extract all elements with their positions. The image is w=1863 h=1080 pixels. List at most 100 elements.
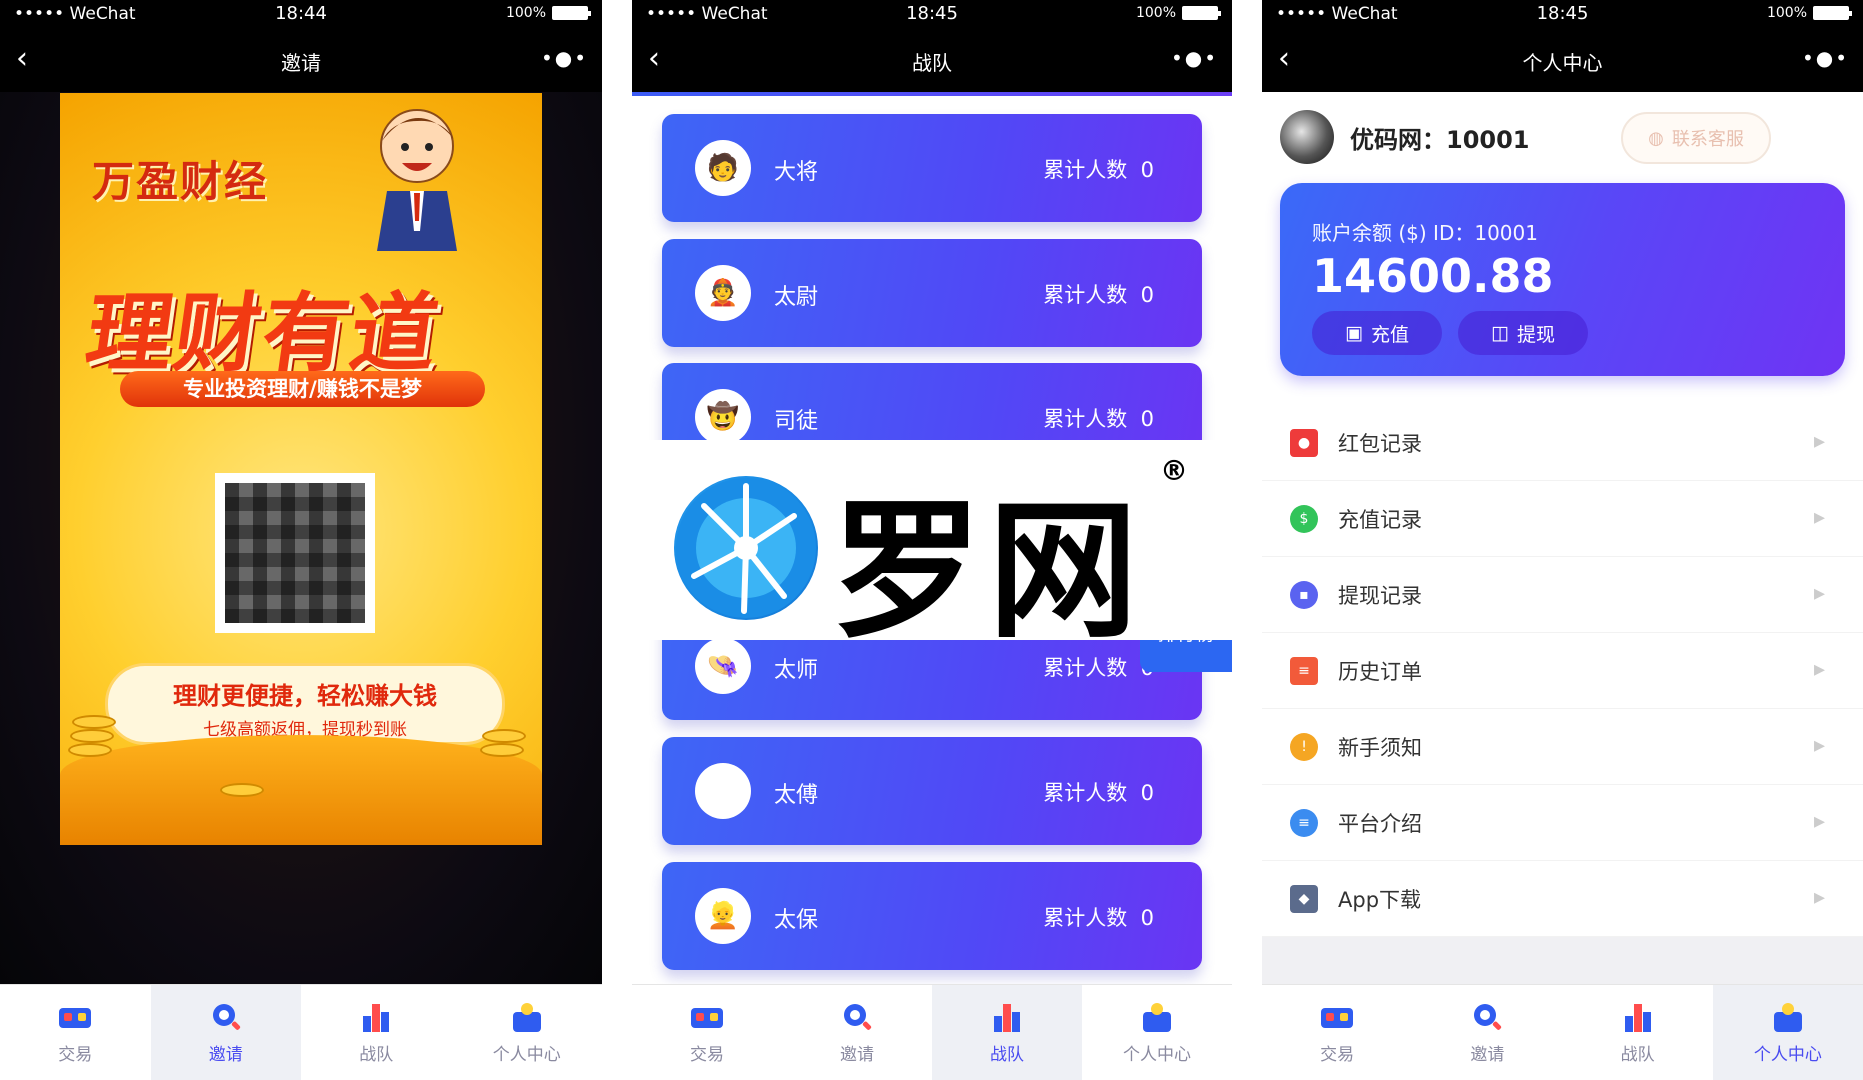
cowboy-avatar-icon: 🤠 [695, 389, 751, 445]
balance-label: 账户余额 ($) ID：10001 [1312, 221, 1538, 245]
poster-note: 理财更便捷，轻松赚大钱 七级高额返佣，提现秒到账 [105, 663, 505, 745]
tab-team[interactable]: 战队 [1563, 985, 1713, 1080]
tab-invite[interactable]: 邀请 [150, 985, 301, 1080]
bar-chart-icon [363, 1004, 390, 1032]
poster-note-title: 理财更便捷，轻松赚大钱 [173, 682, 437, 710]
businessman-illustration-icon [377, 109, 457, 251]
team-name: 太尉 [774, 285, 819, 310]
chevron-right-icon: ▸ [1813, 581, 1825, 606]
clipboard-icon: ≡ [1290, 656, 1318, 685]
recharge-icon: $ [1290, 504, 1318, 533]
tab-invite[interactable]: 邀请 [1412, 985, 1562, 1080]
battery-indicator: 100% [506, 5, 591, 21]
menu-item-app-download[interactable]: ◆ App下载 ▸ [1262, 861, 1863, 937]
battery-icon [1182, 6, 1221, 20]
recharge-button[interactable]: ▣ 充值 [1312, 311, 1442, 355]
guardian-avatar-icon: 👱 [695, 888, 751, 944]
coin-icon [220, 783, 264, 797]
poster-waves [60, 735, 542, 845]
person-bag-icon [512, 1003, 541, 1032]
bar-chart-icon [994, 1004, 1020, 1032]
tab-profile[interactable]: 个人中心 [1082, 985, 1232, 1080]
team-name: 司徒 [774, 409, 819, 434]
tutor-avatar-icon: 👒 [695, 638, 751, 694]
tab-team[interactable]: 战队 [932, 985, 1082, 1080]
poster-headline: 理财有道 [79, 284, 446, 384]
menu-item-recharge-history[interactable]: $ 充值记录 ▸ [1262, 481, 1863, 557]
coin-icon [70, 729, 114, 743]
page-title: 战队 [912, 51, 952, 75]
balance-card: 账户余额 ($) ID：10001 14600.88 ▣ 充值 ◫ 提现 [1280, 183, 1845, 376]
coin-icon [482, 729, 526, 743]
team-name: 大将 [774, 160, 819, 185]
team-card[interactable]: 😎 太傅 累计人数 0 [662, 737, 1202, 845]
watermark-logo: 罗网 ® [632, 440, 1232, 659]
tab-bar: 交易 邀请 战队 个人中心 [1262, 984, 1863, 1080]
avatar[interactable] [1280, 110, 1334, 164]
page-title: 个人中心 [1522, 51, 1603, 75]
tab-profile[interactable]: 个人中心 [452, 985, 603, 1080]
status-bar: ••••• WeChat 18:44 100% [0, 0, 602, 30]
qr-code [215, 473, 375, 633]
person-bag-icon [1143, 1003, 1171, 1032]
list-icon: ≡ [1290, 808, 1318, 837]
team-count: 累计人数 0 [1043, 283, 1154, 307]
profile-screen: ••••• WeChat 18:45 100% ‹ 个人中心 •●• 优码网：1… [1262, 0, 1863, 1080]
coin-icon [72, 715, 116, 729]
menu-item-withdraw-history[interactable]: ▪ 提现记录 ▸ [1262, 557, 1863, 633]
menu-item-beginner-guide[interactable]: ! 新手须知 ▸ [1262, 709, 1863, 785]
tab-team[interactable]: 战队 [301, 985, 452, 1080]
watermark-text: 罗网 [832, 485, 1145, 659]
poster-brand: 万盈财经 [92, 157, 269, 206]
status-bar: ••••• WeChat 18:45 100% [632, 0, 1232, 30]
coin-icon [68, 743, 112, 757]
team-count: 累计人数 0 [1043, 781, 1154, 805]
nav-bar: ‹ 个人中心 •●• [1262, 30, 1863, 92]
page-title: 邀请 [281, 51, 321, 75]
status-bar: ••••• WeChat 18:45 100% [1262, 0, 1863, 30]
more-icon[interactable]: •●• [1802, 46, 1849, 70]
invite-poster: 万盈财经 理财有道 专业投资理财/赚钱不是梦 理财更便捷，轻松赚大钱 七级高额返… [60, 93, 542, 845]
info-icon: ! [1290, 732, 1318, 761]
menu-item-order-history[interactable]: ≡ 历史订单 ▸ [1262, 633, 1863, 709]
team-card[interactable]: 👲 太尉 累计人数 0 [662, 239, 1202, 347]
team-name: 太师 [774, 658, 819, 683]
team-name: 太保 [774, 908, 819, 933]
tab-bar: 交易 邀请 战队 个人中心 [632, 984, 1232, 1080]
chevron-right-icon: ▸ [1813, 885, 1825, 910]
tab-trade[interactable]: 交易 [1262, 985, 1412, 1080]
team-card[interactable]: 👱 太保 累计人数 0 [662, 862, 1202, 970]
team-card[interactable]: 🧑 大将 累计人数 0 [662, 114, 1202, 222]
menu-item-platform-intro[interactable]: ≡ 平台介绍 ▸ [1262, 785, 1863, 861]
spider-logo-icon [674, 476, 818, 620]
team-count: 累计人数 0 [1043, 158, 1154, 182]
tab-trade[interactable]: 交易 [632, 985, 782, 1080]
card-icon: ▣ [1345, 322, 1363, 344]
menu-item-red-envelope[interactable]: ● 红包记录 ▸ [1262, 405, 1863, 481]
withdraw-button[interactable]: ◫ 提现 [1458, 311, 1588, 355]
wallet-icon: ◫ [1491, 322, 1509, 344]
battery-indicator: 100% [1136, 5, 1221, 21]
more-icon[interactable]: •●• [1171, 46, 1218, 70]
chevron-right-icon: ▸ [1813, 809, 1825, 834]
poster-subheadline: 专业投资理财/赚钱不是梦 [120, 371, 485, 407]
search-icon [1474, 1004, 1502, 1030]
vr-glasses-icon [691, 1008, 723, 1028]
battery-indicator: 100% [1767, 5, 1852, 21]
tab-profile[interactable]: 个人中心 [1712, 985, 1863, 1080]
bar-chart-icon [1624, 1004, 1651, 1032]
headset-icon: ◍ [1648, 127, 1664, 149]
vr-glasses-icon [1321, 1008, 1354, 1028]
cube-icon: ◆ [1290, 884, 1318, 913]
more-icon[interactable]: •●• [541, 46, 588, 70]
tab-invite[interactable]: 邀请 [782, 985, 932, 1080]
chevron-right-icon: ▸ [1813, 505, 1825, 530]
chevron-right-icon: ▸ [1813, 733, 1825, 758]
officer-avatar-icon: 👲 [695, 265, 751, 321]
battery-icon [1813, 6, 1852, 20]
contact-service-button[interactable]: ◍ 联系客服 [1621, 112, 1771, 164]
battery-icon [552, 6, 591, 20]
invite-screen: ••••• WeChat 18:44 100% ‹ 邀请 •●• 万盈财经 理财… [0, 0, 602, 1080]
team-name: 太傅 [774, 783, 819, 808]
tab-trade[interactable]: 交易 [0, 985, 151, 1080]
